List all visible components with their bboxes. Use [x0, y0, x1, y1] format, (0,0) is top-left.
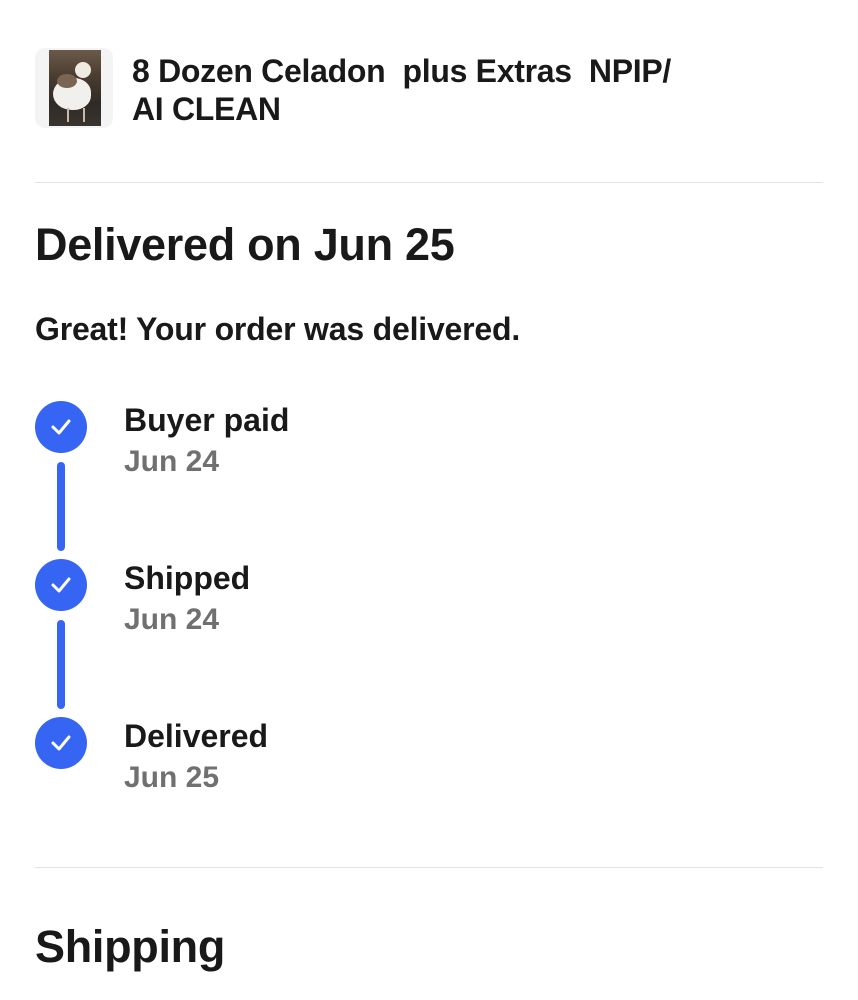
checkmark-icon: [35, 401, 87, 453]
delivery-status-message: Great! Your order was delivered.: [35, 311, 521, 347]
timeline-step-label: Delivered: [124, 718, 269, 754]
item-header[interactable]: 8 Dozen Celadon plus Extras NPIP/ AI CLE…: [35, 48, 825, 128]
order-progress-timeline: Buyer paid Jun 24 Shipped Jun 24 Deliver…: [35, 400, 635, 820]
checkmark-icon: [35, 717, 87, 769]
divider: [35, 867, 823, 868]
timeline-step-shipped: Shipped Jun 24: [35, 558, 635, 648]
bird-photo-image: [49, 50, 101, 126]
delivery-status-heading: Delivered on Jun 25: [35, 219, 455, 270]
timeline-step-date: Jun 25: [124, 761, 220, 794]
item-title[interactable]: 8 Dozen Celadon plus Extras NPIP/ AI CLE…: [132, 52, 732, 128]
timeline-step-date: Jun 24: [124, 445, 220, 478]
timeline-step-delivered: Delivered Jun 25: [35, 716, 635, 806]
timeline-step-label: Buyer paid: [124, 402, 290, 438]
timeline-step-buyer-paid: Buyer paid Jun 24: [35, 400, 635, 490]
timeline-step-label: Shipped: [124, 560, 251, 596]
checkmark-icon: [35, 559, 87, 611]
timeline-step-date: Jun 24: [124, 603, 220, 636]
item-thumbnail[interactable]: [35, 48, 113, 128]
divider: [35, 182, 823, 183]
shipping-section-heading: Shipping: [35, 921, 226, 972]
